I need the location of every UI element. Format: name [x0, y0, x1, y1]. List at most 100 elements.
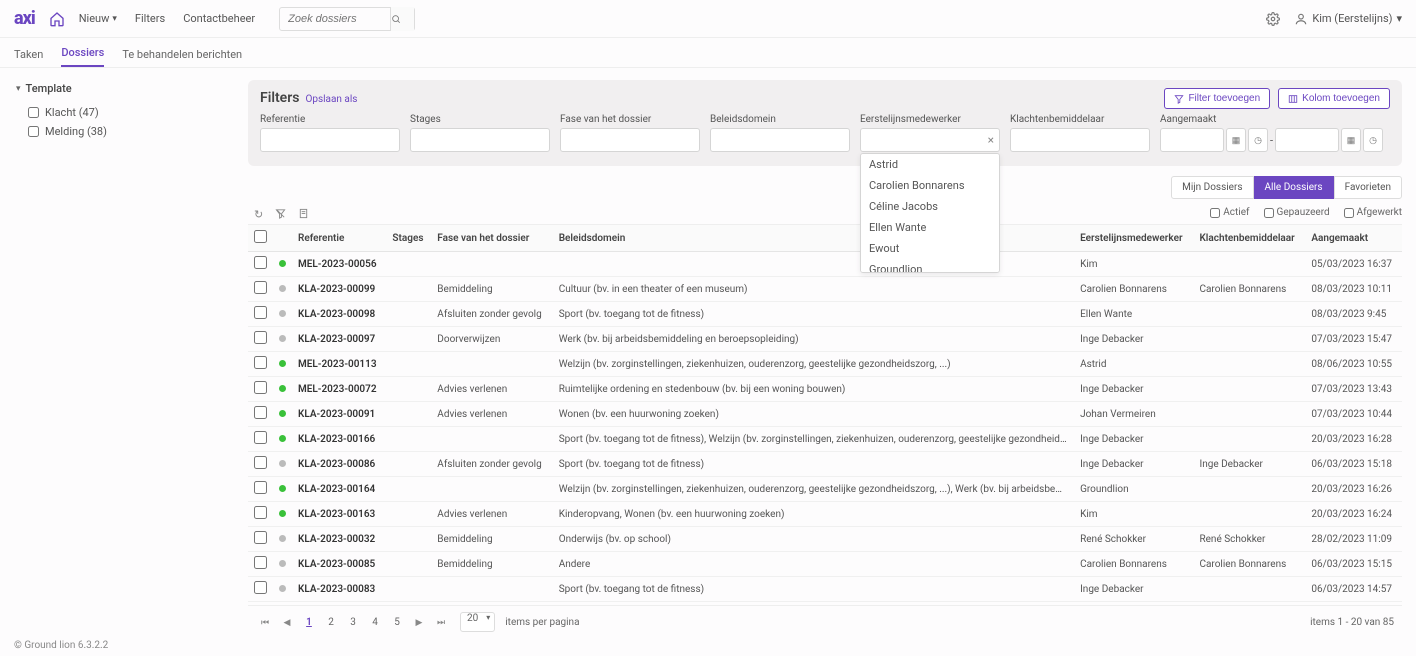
nav-nieuw[interactable]: Nieuw▾: [79, 12, 117, 25]
cell-klachten: [1193, 477, 1305, 502]
row-select[interactable]: [254, 556, 267, 569]
col-stages[interactable]: Stages: [386, 225, 431, 252]
home-icon[interactable]: [49, 11, 65, 27]
search-input[interactable]: [280, 13, 390, 25]
row-select[interactable]: [254, 306, 267, 319]
table-row[interactable]: KLA-2023-00097 Doorverwijzen Werk (bv. b…: [248, 327, 1402, 352]
page-number[interactable]: 3: [344, 617, 362, 628]
clock-icon[interactable]: ◷: [1363, 128, 1383, 152]
search-button[interactable]: [390, 7, 414, 31]
table-row[interactable]: KLA-2023-00086 Afsluiten zonder gevolg S…: [248, 452, 1402, 477]
col-eerstel[interactable]: Eerstelijnsmedewerker: [1074, 225, 1193, 252]
table-row[interactable]: KLA-2023-00032 Bemiddeling Onderwijs (bv…: [248, 527, 1402, 552]
sidebar-check-melding[interactable]: [28, 126, 39, 137]
status-dot: [279, 460, 286, 467]
filter-save-as[interactable]: Opslaan als: [305, 94, 357, 105]
table-row[interactable]: KLA-2023-00163 Advies verlenen Kinderopv…: [248, 502, 1402, 527]
cell-fase: Afsluiten zonder gevolg: [431, 452, 552, 477]
filter-date-from[interactable]: [1160, 128, 1224, 152]
sidebar-item-klacht[interactable]: Klacht (47): [16, 103, 232, 122]
cell-eerstel: Carolien Bonnarens: [1074, 277, 1193, 302]
status-afgewerkt[interactable]: Afgewerkt: [1344, 207, 1402, 218]
table-row[interactable]: KLA-2023-00085 Bemiddeling Andere Caroli…: [248, 552, 1402, 577]
table-row[interactable]: KLA-2023-00091 Advies verlenen Wonen (bv…: [248, 402, 1402, 427]
page-prev[interactable]: ◀: [278, 613, 296, 631]
sidebar-template-toggle[interactable]: ▾ Template: [16, 82, 232, 95]
select-all[interactable]: [254, 230, 267, 243]
col-aangemaakt[interactable]: Aangemaakt: [1305, 225, 1402, 252]
view-tab-mijn[interactable]: Mijn Dossiers: [1171, 176, 1253, 199]
filter-date-to[interactable]: [1275, 128, 1339, 152]
clear-icon[interactable]: ×: [988, 133, 994, 147]
table-row[interactable]: MEL-2023-00072 Advies verlenen Ruimtelij…: [248, 377, 1402, 402]
clear-filters-icon[interactable]: [275, 208, 286, 221]
tab-taken[interactable]: Taken: [14, 48, 43, 67]
status-actief[interactable]: Actief: [1210, 207, 1249, 218]
row-select[interactable]: [254, 406, 267, 419]
row-select[interactable]: [254, 256, 267, 269]
table-row[interactable]: KLA-2023-00099 Bemiddeling Cultuur (bv. …: [248, 277, 1402, 302]
nav-filters[interactable]: Filters: [135, 12, 165, 25]
clock-icon[interactable]: ◷: [1248, 128, 1268, 152]
calendar-icon[interactable]: ▦: [1226, 128, 1246, 152]
row-select[interactable]: [254, 456, 267, 469]
page-next[interactable]: ▶: [410, 613, 428, 631]
add-filter-button[interactable]: Filter toevoegen: [1164, 88, 1270, 109]
row-select[interactable]: [254, 531, 267, 544]
table-row[interactable]: KLA-2023-00164 Welzijn (bv. zorginstelli…: [248, 477, 1402, 502]
view-tab-fav[interactable]: Favorieten: [1334, 176, 1402, 199]
view-tab-alle[interactable]: Alle Dossiers: [1254, 176, 1334, 199]
row-select[interactable]: [254, 281, 267, 294]
filter-fase[interactable]: [560, 128, 700, 152]
sidebar-check-klacht[interactable]: [28, 107, 39, 118]
dropdown-item[interactable]: Céline Jacobs: [861, 196, 993, 217]
col-fase[interactable]: Fase van het dossier: [431, 225, 552, 252]
row-select[interactable]: [254, 506, 267, 519]
tab-berichten[interactable]: Te behandelen berichten: [122, 48, 242, 67]
page-number[interactable]: 1: [300, 617, 318, 628]
row-select[interactable]: [254, 381, 267, 394]
row-select[interactable]: [254, 356, 267, 369]
dropdown-item[interactable]: Astrid: [861, 154, 993, 175]
row-select[interactable]: [254, 581, 267, 594]
row-select[interactable]: [254, 331, 267, 344]
dropdown-item[interactable]: Groundlion: [861, 259, 993, 273]
row-select[interactable]: [254, 481, 267, 494]
filter-referentie[interactable]: [260, 128, 400, 152]
topbar: axi Nieuw▾ Filters Contactbeheer Kim (Ee…: [0, 0, 1416, 38]
page-first[interactable]: ⏮: [256, 613, 274, 631]
calendar-icon[interactable]: ▦: [1341, 128, 1361, 152]
filter-beleid[interactable]: [710, 128, 850, 152]
table-row[interactable]: MEL-2023-00056 Kim 05/03/2023 16:37: [248, 252, 1402, 277]
col-ref[interactable]: Referentie: [292, 225, 386, 252]
status-dot: [279, 260, 286, 267]
nav-contactbeheer[interactable]: Contactbeheer: [183, 12, 255, 25]
dropdown-item[interactable]: Ellen Wante: [861, 217, 993, 238]
page-number[interactable]: 2: [322, 617, 340, 628]
page-number[interactable]: 4: [366, 617, 384, 628]
sidebar-item-melding[interactable]: Melding (38): [16, 122, 232, 141]
gear-icon[interactable]: [1266, 12, 1280, 26]
table-row[interactable]: KLA-2023-00166 Sport (bv. toegang tot de…: [248, 427, 1402, 452]
page-number[interactable]: 5: [388, 617, 406, 628]
dropdown-item[interactable]: Ewout: [861, 238, 993, 259]
table-row[interactable]: KLA-2023-00083 Sport (bv. toegang tot de…: [248, 577, 1402, 602]
filter-stages[interactable]: [410, 128, 550, 152]
col-klachten[interactable]: Klachtenbemiddelaar: [1193, 225, 1305, 252]
page-last[interactable]: ⏭: [432, 613, 450, 631]
user-menu[interactable]: Kim (Eerstelijns) ▾: [1294, 12, 1402, 26]
table-row[interactable]: MEL-2023-00113 Welzijn (bv. zorginstelli…: [248, 352, 1402, 377]
cell-aangemaakt: 28/02/2023 11:09: [1305, 527, 1402, 552]
refresh-icon[interactable]: ↻: [254, 208, 263, 221]
nav-contactbeheer-label: Contactbeheer: [183, 12, 255, 25]
add-column-button[interactable]: Kolom toevoegen: [1278, 88, 1390, 109]
table-row[interactable]: KLA-2023-00098 Afsluiten zonder gevolg S…: [248, 302, 1402, 327]
export-icon[interactable]: [298, 208, 309, 221]
row-select[interactable]: [254, 431, 267, 444]
tab-dossiers[interactable]: Dossiers: [61, 46, 104, 67]
status-gepauzeerd[interactable]: Gepauzeerd: [1264, 207, 1330, 218]
page-size-select[interactable]: 20▾: [460, 612, 495, 632]
filter-eerstelijns[interactable]: [860, 128, 1000, 152]
filter-klachten[interactable]: [1010, 128, 1150, 152]
dropdown-item[interactable]: Carolien Bonnarens: [861, 175, 993, 196]
